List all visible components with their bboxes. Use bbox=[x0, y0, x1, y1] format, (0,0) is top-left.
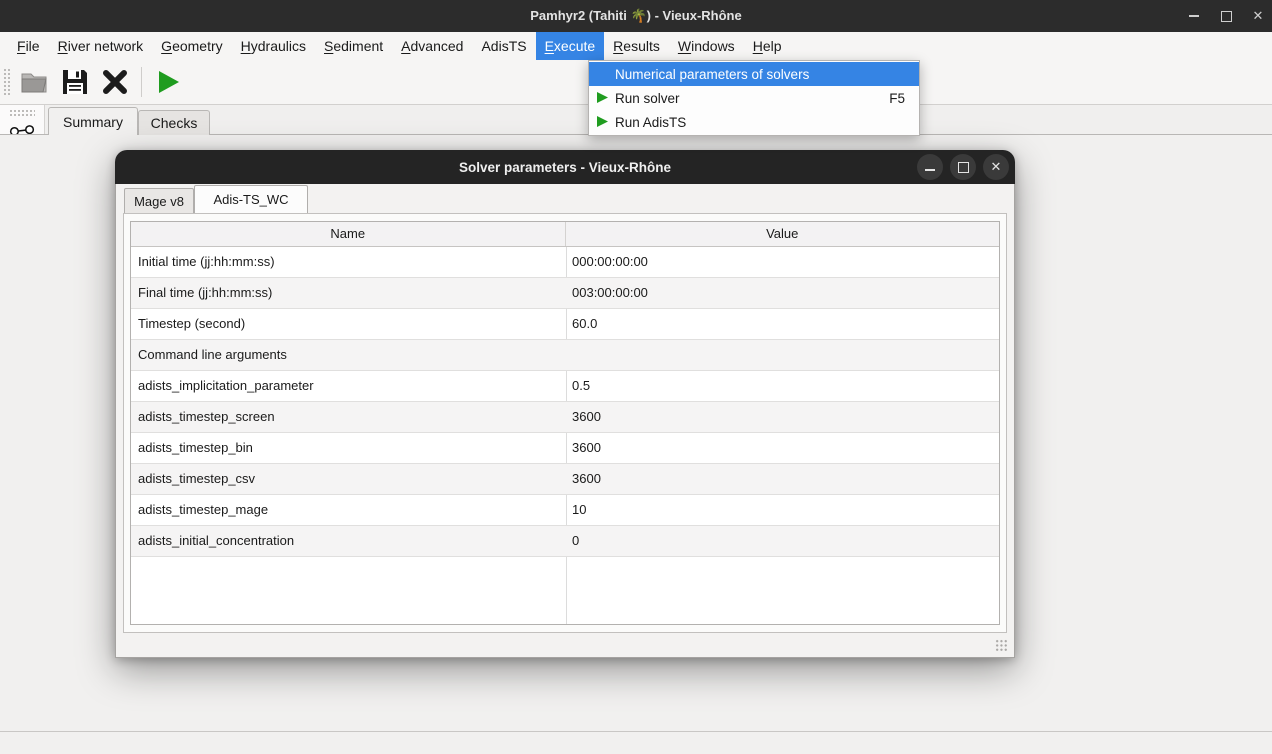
execute-dropdown-menu: Numerical parameters of solvers Run solv… bbox=[588, 60, 920, 136]
header-value[interactable]: Value bbox=[565, 222, 1000, 246]
param-name-cell[interactable]: adists_timestep_csv bbox=[131, 464, 565, 494]
window-titlebar: Pamhyr2 (Tahiti 🌴) - Vieux-Rhône bbox=[0, 0, 1272, 32]
dialog-minimize-button[interactable] bbox=[917, 154, 943, 180]
menu-file[interactable]: File bbox=[8, 32, 49, 60]
run-solver-shortcut: F5 bbox=[889, 91, 905, 106]
param-value-cell[interactable]: 0.5 bbox=[565, 371, 999, 401]
param-value-cell[interactable]: 3600 bbox=[565, 402, 999, 432]
dialog-titlebar[interactable]: Solver parameters - Vieux-Rhône bbox=[115, 150, 1015, 184]
open-study-button[interactable] bbox=[15, 63, 55, 101]
menu-item-numerical-parameters[interactable]: Numerical parameters of solvers bbox=[589, 62, 919, 86]
param-value-cell[interactable]: 10 bbox=[565, 495, 999, 525]
table-row[interactable]: adists_timestep_csv 3600 bbox=[131, 464, 999, 495]
dialog-maximize-button[interactable] bbox=[950, 154, 976, 180]
param-name-cell[interactable]: adists_implicitation_parameter bbox=[131, 371, 565, 401]
run-solver-button[interactable] bbox=[148, 63, 188, 101]
table-body: Initial time (jj:hh:mm:ss) 000:00:00:00 … bbox=[131, 247, 999, 557]
table-row[interactable]: adists_timestep_bin 3600 bbox=[131, 433, 999, 464]
dialog-close-button[interactable]: ✕ bbox=[983, 154, 1009, 180]
tab-summary[interactable]: Summary bbox=[48, 107, 138, 135]
toolbar-drag-handle[interactable] bbox=[3, 68, 10, 96]
menu-item-run-solver[interactable]: Run solver F5 bbox=[589, 86, 919, 110]
param-name-cell[interactable]: adists_timestep_screen bbox=[131, 402, 565, 432]
tab-mage-v8[interactable]: Mage v8 bbox=[124, 188, 194, 213]
table-header: Name Value bbox=[131, 222, 999, 247]
window-minimize-button[interactable] bbox=[1186, 8, 1202, 24]
tab-checks[interactable]: Checks bbox=[138, 110, 210, 135]
app-window: Pamhyr2 (Tahiti 🌴) - Vieux-Rhône ✕ File … bbox=[0, 0, 1272, 754]
param-value-cell[interactable]: 0 bbox=[565, 526, 999, 556]
dialog-tab-pane: Name Value Initial time (jj:hh:mm:ss) 00… bbox=[123, 213, 1007, 633]
close-icon: ✕ bbox=[1253, 8, 1264, 24]
menu-geometry[interactable]: Geometry bbox=[152, 32, 231, 60]
menu-execute[interactable]: Execute bbox=[536, 32, 605, 60]
menu-advanced[interactable]: Advanced bbox=[392, 32, 472, 60]
table-row[interactable]: adists_implicitation_parameter 0.5 bbox=[131, 371, 999, 402]
param-value-cell[interactable]: 60.0 bbox=[565, 309, 999, 339]
toolbar-separator bbox=[141, 67, 142, 97]
vtoolbar-drag-handle[interactable] bbox=[9, 109, 35, 116]
param-name-cell[interactable]: adists_initial_concentration bbox=[131, 526, 565, 556]
menubar: File River network Geometry Hydraulics S… bbox=[0, 32, 1272, 60]
table-row[interactable]: Final time (jj:hh:mm:ss) 003:00:00:00 bbox=[131, 278, 999, 309]
dialog-body: Mage v8 Adis-TS_WC Name Value Initial ti… bbox=[115, 184, 1015, 658]
window-maximize-button[interactable] bbox=[1218, 8, 1234, 24]
param-name-cell[interactable]: Final time (jj:hh:mm:ss) bbox=[131, 278, 565, 308]
solver-parameters-dialog: Solver parameters - Vieux-Rhône ✕ Mage v… bbox=[115, 150, 1015, 658]
minimize-icon bbox=[925, 169, 935, 171]
menu-windows[interactable]: Windows bbox=[669, 32, 744, 60]
menu-sediment[interactable]: Sediment bbox=[315, 32, 392, 60]
param-name-cell[interactable]: Timestep (second) bbox=[131, 309, 565, 339]
menu-item-run-adists[interactable]: Run AdisTS bbox=[589, 110, 919, 134]
param-name-cell[interactable]: adists_timestep_mage bbox=[131, 495, 565, 525]
solver-parameters-table: Name Value Initial time (jj:hh:mm:ss) 00… bbox=[130, 221, 1000, 625]
open-folder-icon bbox=[20, 69, 50, 95]
close-x-icon bbox=[102, 69, 128, 95]
dialog-title: Solver parameters - Vieux-Rhône bbox=[459, 160, 671, 175]
table-row[interactable]: Timestep (second) 60.0 bbox=[131, 309, 999, 340]
param-value-cell[interactable]: 3600 bbox=[565, 433, 999, 463]
menu-adists[interactable]: AdisTS bbox=[472, 32, 535, 60]
save-study-button[interactable] bbox=[55, 63, 95, 101]
param-name-cell[interactable]: adists_timestep_bin bbox=[131, 433, 565, 463]
menu-results[interactable]: Results bbox=[604, 32, 669, 60]
menu-hydraulics[interactable]: Hydraulics bbox=[232, 32, 315, 60]
param-value-cell[interactable]: 003:00:00:00 bbox=[565, 278, 999, 308]
menu-river-network[interactable]: River network bbox=[49, 32, 153, 60]
save-floppy-icon bbox=[61, 68, 89, 96]
tab-adis-ts-wc[interactable]: Adis-TS_WC bbox=[194, 185, 308, 213]
header-name[interactable]: Name bbox=[131, 222, 565, 246]
dialog-resize-grip[interactable] bbox=[995, 639, 1008, 652]
window-close-button[interactable]: ✕ bbox=[1250, 8, 1266, 24]
status-bar bbox=[0, 731, 1272, 754]
param-name-cell[interactable]: Initial time (jj:hh:mm:ss) bbox=[131, 247, 565, 277]
maximize-icon bbox=[1221, 11, 1232, 22]
run-play-icon bbox=[154, 68, 182, 96]
menu-help[interactable]: Help bbox=[744, 32, 791, 60]
table-row[interactable]: Initial time (jj:hh:mm:ss) 000:00:00:00 bbox=[131, 247, 999, 278]
param-value-cell[interactable] bbox=[565, 340, 999, 370]
param-name-cell[interactable]: Command line arguments bbox=[131, 340, 565, 370]
param-value-cell[interactable]: 000:00:00:00 bbox=[565, 247, 999, 277]
maximize-icon bbox=[958, 162, 969, 173]
play-icon bbox=[596, 115, 609, 128]
param-value-cell[interactable]: 3600 bbox=[565, 464, 999, 494]
table-row[interactable]: adists_initial_concentration 0 bbox=[131, 526, 999, 557]
table-row[interactable]: adists_timestep_screen 3600 bbox=[131, 402, 999, 433]
table-row[interactable]: adists_timestep_mage 10 bbox=[131, 495, 999, 526]
play-icon bbox=[596, 91, 609, 104]
close-study-button[interactable] bbox=[95, 63, 135, 101]
close-icon: ✕ bbox=[991, 159, 1002, 175]
minimize-icon bbox=[1189, 15, 1199, 17]
window-title: Pamhyr2 (Tahiti 🌴) - Vieux-Rhône bbox=[530, 8, 741, 24]
table-row[interactable]: Command line arguments bbox=[131, 340, 999, 371]
